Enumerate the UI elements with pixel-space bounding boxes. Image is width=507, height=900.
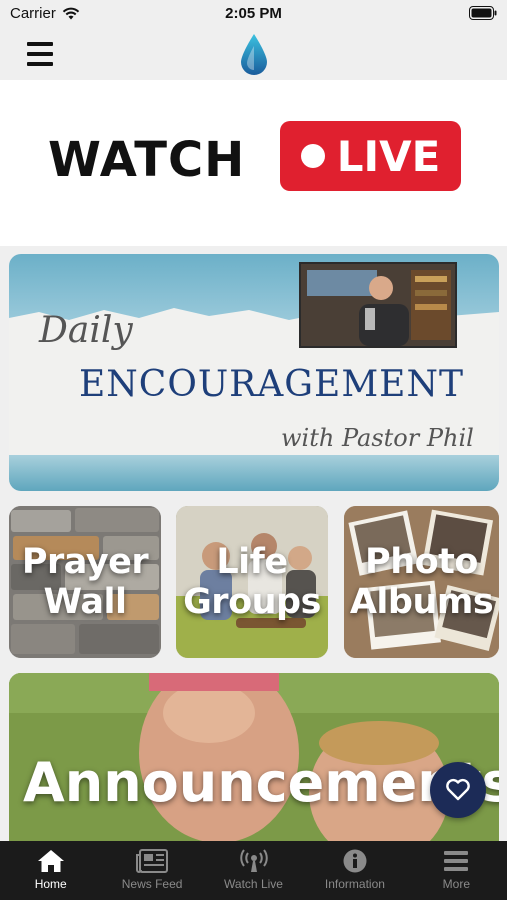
bottom-tab-bar: Home News Feed Watch Live Information Mo… — [0, 841, 507, 900]
tab-more-label: More — [442, 877, 470, 891]
pastor-photo — [299, 262, 457, 348]
announcements-label: Announcements — [23, 751, 499, 814]
heart-icon — [446, 778, 470, 801]
tab-home[interactable]: Home — [0, 841, 101, 900]
more-menu-icon — [444, 851, 469, 871]
tab-watch-live-label: Watch Live — [224, 877, 283, 891]
tab-news-feed-label: News Feed — [121, 877, 183, 891]
live-badge[interactable]: LIVE — [280, 121, 461, 191]
tab-home-label: Home — [34, 877, 67, 891]
life-groups-tile[interactable]: Life Groups — [176, 506, 328, 658]
live-dot-icon — [300, 144, 325, 168]
tab-more[interactable]: More — [406, 841, 507, 900]
life-groups-label: Life Groups — [183, 541, 321, 622]
prayer-wall-tile[interactable]: Prayer Wall — [9, 506, 161, 658]
encouragement-daily-text: Daily — [39, 310, 133, 351]
photo-albums-tile[interactable]: Photo Albums — [344, 506, 499, 658]
battery-icon — [469, 6, 497, 20]
watch-label: WATCH — [48, 132, 246, 188]
home-icon — [37, 850, 64, 872]
favorite-button[interactable] — [430, 762, 486, 818]
tab-news-feed[interactable]: News Feed — [101, 841, 202, 900]
broadcast-icon — [239, 849, 268, 872]
tab-watch-live[interactable]: Watch Live — [203, 841, 304, 900]
tab-information[interactable]: Information — [304, 841, 405, 900]
newspaper-icon — [136, 849, 169, 873]
tab-information-label: Information — [324, 877, 385, 891]
water-drop-logo-icon — [241, 34, 267, 75]
watch-live-banner[interactable]: WATCH LIVE — [0, 80, 507, 246]
top-nav-bar — [0, 28, 507, 80]
live-label: LIVE — [336, 131, 441, 181]
encouragement-title: ENCOURAGEMENT — [79, 364, 464, 405]
info-icon — [343, 849, 367, 873]
prayer-wall-label: Prayer Wall — [21, 541, 149, 622]
daily-encouragement-card[interactable]: Daily ENCOURAGEMENT with Pastor Phil — [9, 254, 499, 491]
encouragement-subtitle: with Pastor Phil — [281, 424, 474, 452]
announcements-card[interactable]: Announcements — [9, 673, 499, 843]
status-time: 2:05 PM — [225, 5, 282, 22]
photo-albums-label: Photo Albums — [349, 541, 494, 622]
hamburger-menu-icon[interactable] — [22, 40, 58, 68]
status-bar: Carrier 2:05 PM — [0, 0, 507, 28]
